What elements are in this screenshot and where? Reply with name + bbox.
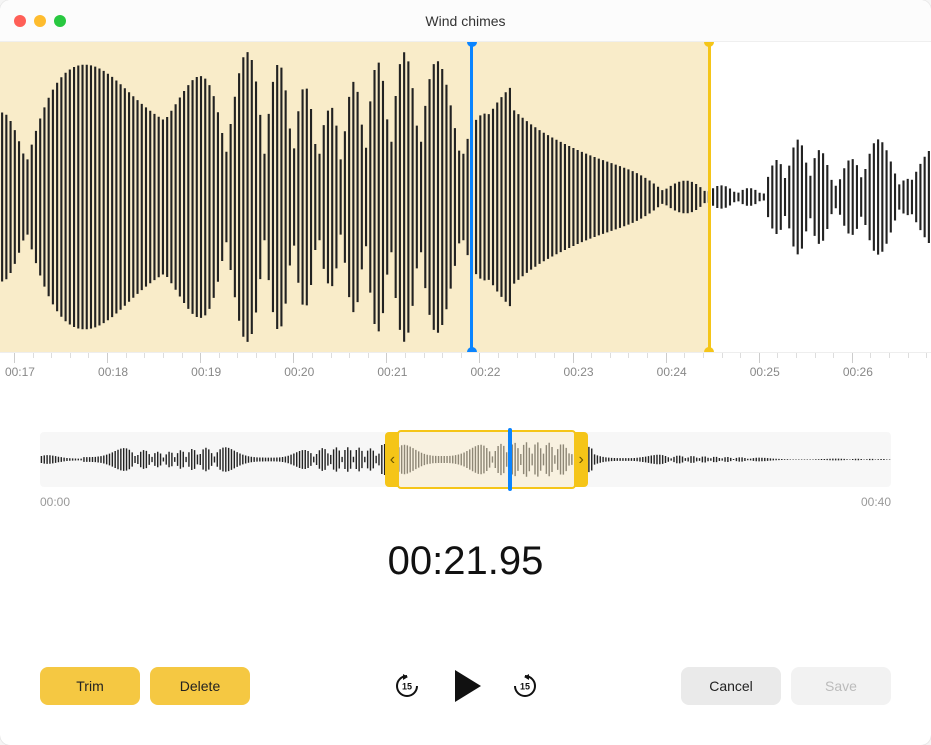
delete-button[interactable]: Delete [150,667,250,705]
svg-text:15: 15 [401,681,411,691]
trim-start-handle[interactable]: ‹ [385,432,399,487]
play-icon [455,670,481,702]
trim-button[interactable]: Trim [40,667,140,705]
timeline-tick: 00:24 [666,353,667,363]
transport-controls: 15 15 [393,670,539,702]
timeline-tick-label: 00:21 [372,365,412,379]
window-controls [0,15,66,27]
timeline-tick: 00:25 [759,353,760,363]
skip-back-button[interactable]: 15 [393,672,421,700]
titlebar: Wind chimes [0,0,931,42]
timeline-tick-label: 00:24 [652,365,692,379]
waveform-detail [0,42,931,352]
timeline-tick-label: 00:26 [838,365,878,379]
trim-end-handle[interactable]: › [574,432,588,487]
timeline-tick-label: 00:25 [745,365,785,379]
timeline-tick-label: 00:22 [465,365,505,379]
timeline-tick-label: 00:19 [186,365,226,379]
close-window-button[interactable] [14,15,26,27]
main-waveform[interactable] [0,42,931,352]
play-button[interactable] [451,670,481,702]
playhead[interactable] [470,42,473,352]
timeline-tick: 00:17 [14,353,15,363]
skip-back-15-icon: 15 [393,672,421,700]
timeline-tick-label: 00:20 [279,365,319,379]
overview-end-time: 00:40 [861,495,891,509]
timeline-tick: 00:23 [573,353,574,363]
timeline-tick: 00:22 [479,353,480,363]
timeline-tick: 00:19 [200,353,201,363]
overview-playhead[interactable] [508,428,512,491]
maximize-window-button[interactable] [54,15,66,27]
minimize-window-button[interactable] [34,15,46,27]
overview-time-labels: 00:00 00:40 [40,495,891,509]
overview-waveform[interactable]: ‹ › [40,432,891,487]
timeline-tick-label: 00:23 [559,365,599,379]
window-title: Wind chimes [425,13,505,29]
voice-memos-edit-window: Wind chimes 00:1700:1800:1900:2000:2100:… [0,0,931,745]
trim-end-marker[interactable] [708,42,711,352]
timeline-tick: 00:18 [107,353,108,363]
skip-forward-15-icon: 15 [511,672,539,700]
overview-area: ‹ › 00:00 00:40 [40,432,891,509]
timeline-tick: 00:20 [293,353,294,363]
timeline-tick-label: 00:18 [93,365,133,379]
timeline-tick: 00:21 [386,353,387,363]
controls-bar: Trim Delete 15 15 Can [0,637,931,745]
save-button: Save [791,667,891,705]
skip-forward-button[interactable]: 15 [511,672,539,700]
trim-region[interactable]: ‹ › [397,430,576,489]
overview-start-time: 00:00 [40,495,70,509]
cancel-button[interactable]: Cancel [681,667,781,705]
svg-text:15: 15 [519,681,529,691]
current-time-display: 00:21.95 [0,539,931,584]
timeline-tick-label: 00:17 [0,365,40,379]
timeline-ruler: 00:17 00:18 00:19 00:20 00:21 00:22 00:23 00:24… [0,352,931,392]
timeline-tick: 00:26 [852,353,853,363]
